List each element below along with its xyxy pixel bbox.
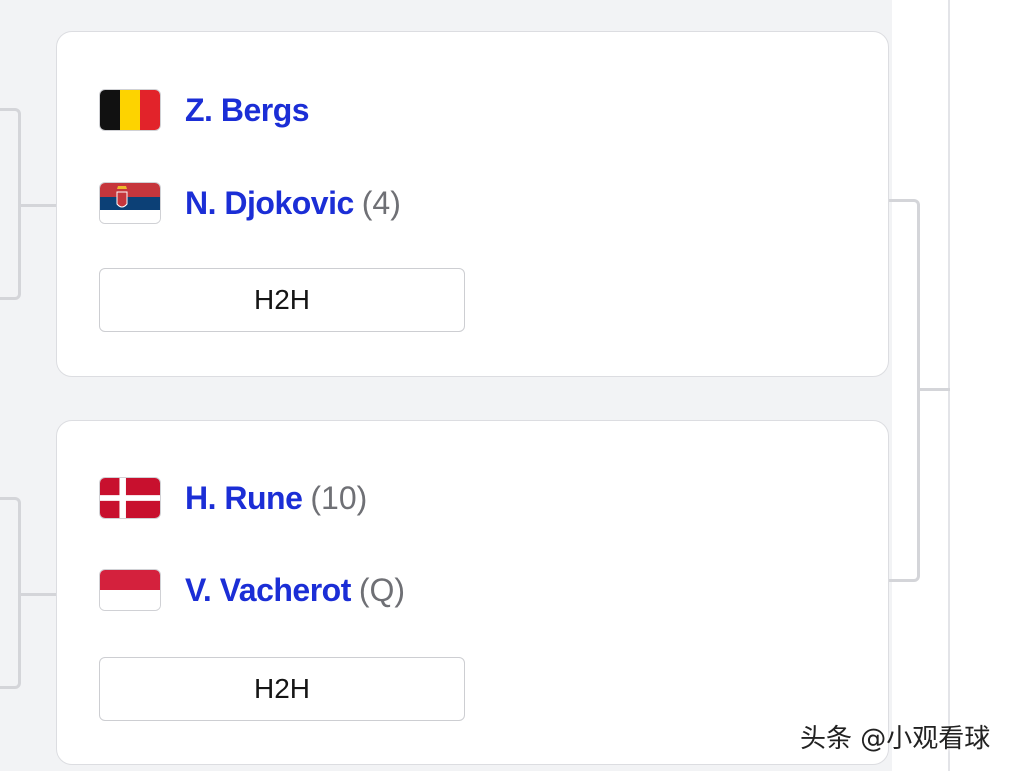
h2h-button[interactable]: H2H [99, 657, 465, 721]
monaco-flag-icon [99, 569, 161, 611]
bracket-line-right [920, 388, 950, 391]
bracket-line-left-top [20, 204, 56, 207]
player-name-link[interactable]: V. Vacherot [185, 572, 351, 609]
bracket-connector-right [889, 199, 920, 582]
bracket-line-left-bottom [20, 593, 56, 596]
h2h-button[interactable]: H2H [99, 268, 465, 332]
player-seed: (Q) [358, 571, 406, 608]
belgium-flag-icon [99, 89, 161, 131]
bracket-connector-left-bottom [0, 497, 21, 689]
match-card: H. Rune (10) V. Vacherot (Q) H2H [56, 420, 889, 765]
column-divider [948, 0, 950, 771]
bracket-connector-left-top [0, 108, 21, 300]
player-name-link[interactable]: N. Djokovic [185, 185, 354, 222]
match-card: Z. Bergs N. Djokovic (4) H2H [56, 31, 889, 377]
player-name-link[interactable]: Z. Bergs [185, 92, 310, 129]
player-row[interactable]: H. Rune (10) [99, 475, 367, 521]
player-name-link[interactable]: H. Rune [185, 480, 303, 517]
player-row[interactable]: V. Vacherot (Q) [99, 567, 405, 613]
serbia-flag-icon [99, 182, 161, 224]
player-row[interactable]: N. Djokovic (4) [99, 180, 401, 226]
denmark-flag-icon [99, 477, 161, 519]
watermark-text: 头条 @小观看球 [800, 724, 991, 754]
player-row[interactable]: Z. Bergs [99, 87, 310, 133]
player-seed: (4) [361, 184, 401, 221]
player-seed: (10) [310, 479, 368, 516]
